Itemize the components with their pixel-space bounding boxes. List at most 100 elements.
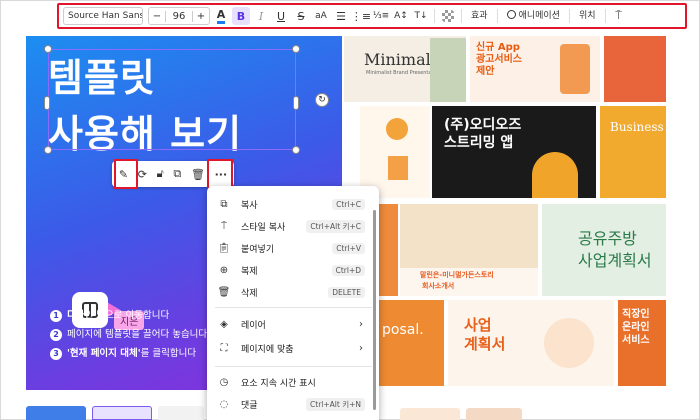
- resize-handle[interactable]: [292, 146, 300, 154]
- menu-item-label: 복사: [241, 200, 258, 211]
- resize-handle[interactable]: [293, 96, 299, 110]
- letter-spacing-icon[interactable]: A↕: [392, 7, 410, 25]
- underline-icon[interactable]: U: [272, 7, 290, 25]
- menu-item-copy[interactable]: ⧉ 복사 Ctrl+C: [207, 194, 373, 214]
- format-painter-icon[interactable]: ⍑: [610, 7, 628, 25]
- template-title: 공유주방 사업계획서: [578, 229, 652, 270]
- toolbar-divider: [568, 9, 570, 23]
- font-size-increase-button[interactable]: +: [193, 11, 209, 22]
- vertical-text-icon[interactable]: T↓: [412, 7, 430, 25]
- step-number: 2: [50, 328, 62, 341]
- chevron-right-icon: ›: [359, 318, 363, 330]
- menu-item-fit-page[interactable]: ⛶ 페이지에 맞춤 ›: [207, 338, 373, 358]
- step-number: 1: [50, 309, 62, 322]
- menu-item-paste[interactable]: 📋︎ 붙여넣기 Ctrl+V: [207, 238, 373, 258]
- animate-label: 애니메이션: [518, 11, 560, 21]
- step-row: 2 페이지에 템플릿을 끌어다 놓습니다: [50, 325, 207, 344]
- page-thumbnail[interactable]: [466, 408, 522, 420]
- menu-scrollbar[interactable]: [372, 200, 377, 420]
- menu-divider: [215, 366, 373, 367]
- resize-handle[interactable]: [44, 146, 52, 154]
- highlight-magic-edit: [114, 159, 138, 189]
- highlight-more-options: [207, 159, 233, 189]
- step-row: 3 '현재 페이지 대체'를 클릭합니다: [50, 344, 207, 363]
- font-size-decrease-button[interactable]: −: [149, 11, 165, 22]
- template-illustration: [388, 156, 408, 180]
- font-size-input[interactable]: 96: [165, 10, 193, 22]
- template-illustration: [386, 118, 408, 140]
- duplicate-icon[interactable]: ⧉: [173, 167, 181, 181]
- letter-case-icon[interactable]: aA: [312, 7, 330, 25]
- template-proposal[interactable]: posal.: [378, 300, 444, 386]
- menu-item-delete[interactable]: 🗑︎ 삭제 DELETE: [207, 282, 373, 302]
- template-streaming[interactable]: (주)오디오즈 스트리밍 앱: [432, 106, 596, 198]
- resize-handle[interactable]: [44, 96, 50, 110]
- template-subtitle: 회사소개서: [422, 282, 455, 290]
- template-orange-strip[interactable]: [378, 204, 398, 296]
- template-minimalist[interactable]: Minimalist Minimalist Brand Presentation: [344, 36, 466, 102]
- italic-icon[interactable]: I: [252, 7, 270, 25]
- template-plant[interactable]: [360, 106, 430, 198]
- menu-item-copy-style[interactable]: ⍑ 스타일 복사 Ctrl+Alt 키+C: [207, 216, 373, 236]
- page-thumbnail[interactable]: [158, 406, 204, 420]
- font-family-select[interactable]: Source Han Sans ...: [63, 7, 143, 25]
- template-garden[interactable]: 말린은-미니멀가든스토리 회사소개서: [400, 204, 538, 296]
- menu-item-shortcut: Ctrl+Alt 키+N: [306, 397, 365, 411]
- transparency-icon[interactable]: [442, 10, 454, 22]
- rotate-icon[interactable]: ↻: [315, 93, 329, 107]
- trash-icon[interactable]: 🗑︎: [191, 168, 205, 181]
- template-biz-plan[interactable]: 사업 계획서: [448, 300, 614, 386]
- step-bold: 디자인: [67, 310, 94, 321]
- template-illustration: [532, 152, 578, 198]
- menu-item-label: 댓글: [241, 400, 258, 411]
- resize-handle[interactable]: [44, 45, 52, 53]
- template-business[interactable]: Business: [600, 106, 666, 198]
- scrollbar-thumb[interactable]: [373, 210, 376, 410]
- animate-button[interactable]: 애니메이션: [502, 7, 565, 25]
- template-app-ad[interactable]: 신규 App 광고서비스 제안: [470, 36, 600, 102]
- template-shared-kitchen[interactable]: 공유주방 사업계획서: [542, 204, 666, 296]
- strikethrough-icon[interactable]: S: [292, 7, 310, 25]
- page-thumbnail[interactable]: [400, 408, 460, 420]
- align-left-icon[interactable]: ☰: [332, 7, 350, 25]
- template-title: 사업 계획서: [464, 316, 506, 353]
- menu-item-shortcut: Ctrl+Alt 키+C: [306, 219, 365, 233]
- template-online-service[interactable]: 직장인 온라인 서비스: [618, 300, 666, 386]
- menu-item-shortcut: Ctrl+C: [332, 198, 365, 210]
- rotate-element-icon[interactable]: ⟳: [138, 168, 147, 181]
- comment-icon: ◌: [219, 398, 229, 410]
- text-selection-box[interactable]: [48, 49, 296, 150]
- bullet-list-icon[interactable]: ⋮≡: [351, 7, 371, 25]
- step-number: 3: [50, 347, 62, 360]
- menu-divider: [215, 307, 373, 308]
- numbered-list-icon[interactable]: ⅓≡: [372, 7, 390, 25]
- page-thumbnail[interactable]: [92, 406, 152, 420]
- menu-item-duplicate[interactable]: ⊕ 복제 Ctrl+D: [207, 260, 373, 280]
- menu-item-label: 스타일 복사: [241, 222, 286, 233]
- template-photo: [430, 38, 466, 102]
- menu-item-label: 복제: [241, 266, 258, 277]
- lock-icon[interactable]: 🔓︎: [157, 167, 164, 181]
- menu-item-label: 요소 지속 시간 표시: [241, 378, 316, 389]
- template-orange-cover[interactable]: [604, 36, 666, 102]
- text-color-icon[interactable]: A: [212, 7, 230, 25]
- chevron-right-icon: ›: [359, 342, 363, 354]
- template-photo: [400, 204, 538, 268]
- position-button[interactable]: 위치: [574, 7, 601, 25]
- step-bold: '현재 페이지 대체': [67, 348, 141, 359]
- template-title: posal.: [382, 322, 424, 338]
- font-size-stepper[interactable]: − 96 +: [148, 7, 210, 25]
- effects-button[interactable]: 효과: [466, 7, 493, 25]
- page-thumbnail[interactable]: [26, 406, 86, 420]
- template-title: Business: [610, 120, 664, 134]
- menu-item-show-duration[interactable]: ◷ 요소 지속 시간 표시: [207, 372, 373, 392]
- trash-icon: 🗑︎: [217, 286, 231, 298]
- menu-item-comment[interactable]: ◌ 댓글 Ctrl+Alt 키+N: [207, 394, 373, 414]
- menu-item-layer[interactable]: ◈ 레이어 ›: [207, 314, 373, 334]
- copy-icon: ⧉: [220, 198, 228, 210]
- resize-handle[interactable]: [292, 45, 300, 53]
- bold-icon[interactable]: B: [232, 7, 250, 25]
- menu-item-shortcut: Ctrl+V: [332, 242, 365, 254]
- toolbar-divider: [604, 9, 606, 23]
- fit-page-icon: ⛶: [220, 342, 228, 354]
